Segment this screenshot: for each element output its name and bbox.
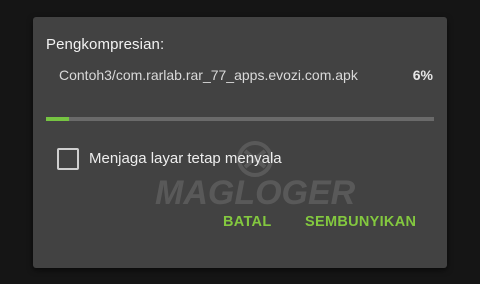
compress-dialog: Pengkompresian: Contoh3/com.rarlab.rar_7… <box>33 17 447 268</box>
dialog-title: Pengkompresian: <box>46 36 165 53</box>
file-name: Contoh3/com.rarlab.rar_77_apps.evozi.com… <box>59 67 358 83</box>
keep-screen-on-checkbox[interactable] <box>57 148 79 170</box>
progress-bar-fill <box>46 117 70 121</box>
watermark-logo: MAGLOGER <box>155 141 356 212</box>
progress-bar <box>46 117 434 121</box>
hide-button[interactable]: SEMBUNYIKAN <box>305 214 416 230</box>
watermark-text: MAGLOGER <box>155 174 356 212</box>
screen-backdrop: Pengkompresian: Contoh3/com.rarlab.rar_7… <box>0 0 480 284</box>
keep-screen-on-label[interactable]: Menjaga layar tetap menyala <box>89 150 282 167</box>
cancel-button[interactable]: BATAL <box>223 214 271 230</box>
progress-percent: 6% <box>412 67 433 83</box>
